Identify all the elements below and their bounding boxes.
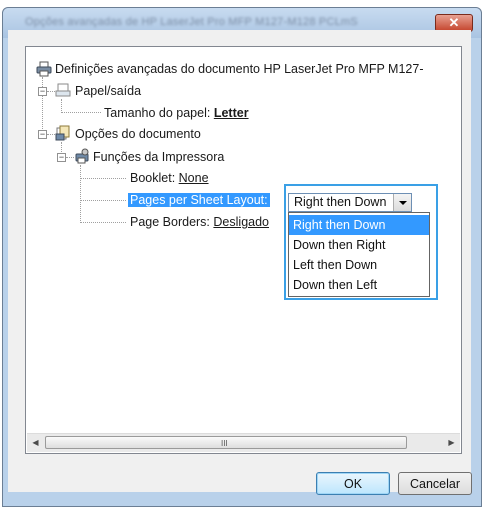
pages-layout-dropdown-list: Right then Down Down then Right Left the… xyxy=(288,212,430,297)
booklet-value[interactable]: None xyxy=(179,171,209,185)
tree-connector xyxy=(80,165,81,223)
paper-size-value[interactable]: Letter xyxy=(214,106,249,120)
booklet-label: Booklet: xyxy=(130,171,176,185)
tree-connector xyxy=(61,99,62,113)
tree-item-printer-features[interactable]: Funções da Impressora xyxy=(93,148,224,166)
chevron-right-icon: ▶ xyxy=(448,438,455,447)
scroll-left-button[interactable]: ◀ xyxy=(27,434,44,451)
dropdown-option-right-then-down[interactable]: Right then Down xyxy=(289,215,429,235)
scrollbar-thumb[interactable]: III xyxy=(45,436,407,449)
ok-button[interactable]: OK xyxy=(316,472,390,495)
tree-item-paper-output[interactable]: Papel/saída xyxy=(75,82,141,100)
collapse-toggle[interactable]: − xyxy=(38,130,47,139)
pages-layout-selected-value: Right then Down xyxy=(294,195,387,209)
paper-size-label: Tamanho do papel: xyxy=(104,106,211,120)
scroll-right-button[interactable]: ▶ xyxy=(443,434,460,451)
page-borders-label: Page Borders: xyxy=(130,215,210,229)
dropdown-option-down-then-left[interactable]: Down then Left xyxy=(289,275,429,295)
dropdown-option-left-then-down[interactable]: Left then Down xyxy=(289,255,429,275)
tree-item-pages-per-sheet-layout[interactable]: Pages per Sheet Layout: xyxy=(128,191,270,209)
page-borders-value[interactable]: Desligado xyxy=(213,215,269,229)
pages-layout-select[interactable]: Right then Down xyxy=(288,193,412,212)
window-title: Opções avançadas de HP LaserJet Pro MFP … xyxy=(25,16,358,28)
tree-connector xyxy=(80,222,126,223)
tree-item-page-borders[interactable]: Page Borders: Desligado xyxy=(130,213,269,231)
tree-item-booklet[interactable]: Booklet: None xyxy=(130,169,209,187)
printer-features-icon xyxy=(75,148,89,164)
tree-connector xyxy=(61,112,101,113)
tree-connector xyxy=(80,178,126,179)
document-options-icon xyxy=(55,125,70,141)
collapse-toggle[interactable]: − xyxy=(57,153,66,162)
tree-item-paper-size[interactable]: Tamanho do papel: Letter xyxy=(104,104,249,122)
tree-connector xyxy=(66,157,74,158)
horizontal-scrollbar[interactable]: ◀ III ▶ xyxy=(27,433,460,452)
pages-layout-label: Pages per Sheet Layout: xyxy=(128,193,270,207)
tree-item-document-options[interactable]: Opções do documento xyxy=(75,125,201,143)
printer-icon xyxy=(36,61,52,77)
collapse-toggle[interactable]: − xyxy=(38,87,47,96)
cancel-button[interactable]: Cancelar xyxy=(398,472,472,495)
dropdown-arrow-icon[interactable] xyxy=(393,194,411,211)
tree-root-label[interactable]: Definições avançadas do documento HP Las… xyxy=(55,60,423,78)
close-icon: ✕ xyxy=(448,15,460,30)
grip-icon: III xyxy=(221,439,228,448)
dropdown-option-down-then-right[interactable]: Down then Right xyxy=(289,235,429,255)
tree-connector xyxy=(47,134,55,135)
tree-connector xyxy=(47,91,55,92)
tree-connector xyxy=(80,200,126,201)
chevron-left-icon: ◀ xyxy=(32,438,39,447)
paper-tray-icon xyxy=(55,83,71,97)
